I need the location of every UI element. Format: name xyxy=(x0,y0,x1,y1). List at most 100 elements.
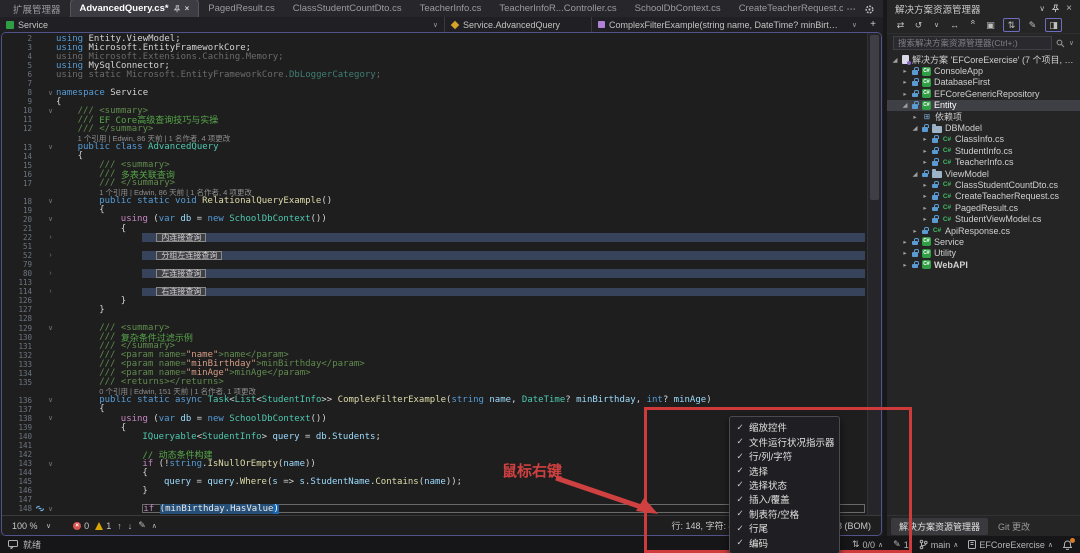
fold-marker-icon[interactable]: › xyxy=(45,270,56,277)
tree-item-item[interactable]: ▸ ⊞ 依赖项 xyxy=(887,111,1080,122)
collapsed-region-label-item[interactable]: 左连接查询 xyxy=(156,269,207,279)
expander-closed-icon[interactable]: ▸ xyxy=(901,261,909,269)
code-line-21[interactable]: 21 { xyxy=(2,224,867,234)
expander-closed-icon[interactable]: ▸ xyxy=(921,204,929,212)
document-tab-pagedresult-cs[interactable]: PagedResult.cs xyxy=(199,0,284,17)
code-line-127[interactable]: 127} xyxy=(2,305,867,315)
feedback-icon[interactable] xyxy=(8,540,18,549)
tree-item-dbmodel[interactable]: ◢ DBModel xyxy=(887,122,1080,133)
code-line-80[interactable]: 80 › 左连接查询 xyxy=(2,269,867,279)
tree-item-utility[interactable]: ▸ C# Utility xyxy=(887,248,1080,259)
warning-count[interactable]: 1 xyxy=(95,521,111,531)
document-tab-schooldbcontext-cs[interactable]: SchoolDbContext.cs xyxy=(626,0,730,17)
menu-item-item[interactable]: ✓ 文件运行状况指示器 xyxy=(730,435,839,449)
next-issue-icon[interactable]: ↓ xyxy=(128,521,133,531)
menu-item-item[interactable]: ✓ 行/列/字符 xyxy=(730,450,839,464)
search-icon[interactable] xyxy=(1056,39,1065,48)
fold-marker-icon[interactable]: › xyxy=(45,252,56,259)
collapse-all-icon[interactable]: « xyxy=(967,20,979,31)
collapsed-region[interactable]: 分组左连接查询 xyxy=(142,251,865,261)
expander-closed-icon[interactable]: ▸ xyxy=(901,249,909,257)
breadcrumb-method[interactable]: ComplexFilterExample(string name, DateTi… xyxy=(592,17,863,32)
collapsed-region[interactable]: 右连接查询 xyxy=(142,287,865,297)
code-line-22[interactable]: 22 › 内连接查询 xyxy=(2,233,867,243)
tree-item-classstudentcountdto-cs[interactable]: ▸ C# ClassStudentCountDto.cs xyxy=(887,179,1080,190)
fold-marker-icon[interactable]: ∨ xyxy=(45,143,56,151)
document-tab-createteacherrequest-cs[interactable]: CreateTeacherRequest.cs xyxy=(730,0,843,17)
collapsed-region[interactable]: 内连接查询 xyxy=(142,233,865,243)
close-icon[interactable]: × xyxy=(185,4,190,13)
code-cleanup-icon[interactable]: ✎ xyxy=(138,520,146,531)
breadcrumb-project[interactable]: Service ∨ xyxy=(0,17,445,32)
error-count[interactable]: × 0 xyxy=(73,521,89,531)
tab-git-changes[interactable]: Git 更改 xyxy=(990,518,1038,535)
expander-closed-icon[interactable]: ▸ xyxy=(921,135,929,143)
fold-marker-icon[interactable]: ∨ xyxy=(45,324,56,332)
tree-item-webapi[interactable]: ▸ C# WebAPI xyxy=(887,259,1080,270)
expander-closed-icon[interactable]: ▸ xyxy=(921,215,929,223)
show-all-files-icon[interactable]: ▣ xyxy=(985,19,996,31)
breadcrumb-class[interactable]: Service.AdvancedQuery xyxy=(445,17,592,32)
document-tab-classstudentcountdto-cs[interactable]: ClassStudentCountDto.cs xyxy=(284,0,411,17)
fold-marker-icon[interactable]: › xyxy=(45,234,56,241)
expander-closed-icon[interactable]: ▸ xyxy=(901,67,909,75)
menu-item-item[interactable]: ✓ 行尾 xyxy=(730,522,839,536)
expander-closed-icon[interactable]: ▸ xyxy=(921,158,929,166)
fold-marker-icon[interactable]: ∨ xyxy=(45,505,56,513)
tree-item-classinfo-cs[interactable]: ▸ C# ClassInfo.cs xyxy=(887,134,1080,145)
preview-selected-items-icon[interactable]: ◨ xyxy=(1045,18,1062,32)
collapsed-region-label-item[interactable]: 内连接查询 xyxy=(156,233,207,243)
menu-item-item[interactable]: ✓ 选择状态 xyxy=(730,478,839,492)
document-tab-teacherinfo-cs[interactable]: TeacherInfo.cs xyxy=(411,0,491,17)
tree-item-service[interactable]: ▸ C# Service xyxy=(887,236,1080,247)
settings-gear-icon[interactable] xyxy=(864,4,875,15)
chevron-down-icon[interactable]: ∨ xyxy=(931,19,942,31)
fold-marker-icon[interactable]: › xyxy=(45,288,56,295)
track-active-item-icon[interactable]: ⇅ xyxy=(1003,18,1020,32)
expander-closed-icon[interactable]: ▸ xyxy=(911,227,919,235)
menu-item-item[interactable]: ✓ 缩放控件 xyxy=(730,421,839,435)
repository-selector[interactable]: EFCoreExercise ∧ xyxy=(968,540,1053,550)
expander-open-icon[interactable]: ◢ xyxy=(911,124,919,132)
document-tab-advancedquery-cs[interactable]: AdvancedQuery.cs* × xyxy=(69,0,200,17)
close-icon[interactable]: × xyxy=(1066,3,1072,14)
expander-closed-icon[interactable]: ▸ xyxy=(921,181,929,189)
tree-item-efcoreexercise-7-7[interactable]: ◢ 解决方案 'EFCoreExercise' (7 个项目, 共 7 个) xyxy=(887,54,1080,65)
code-line-113[interactable]: 113 xyxy=(2,278,867,287)
search-input[interactable] xyxy=(893,36,1052,50)
code-line-79[interactable]: 79 xyxy=(2,260,867,269)
tree-item-createteacherrequest-cs[interactable]: ▸ C# CreateTeacherRequest.cs xyxy=(887,191,1080,202)
code-line-51[interactable]: 51 xyxy=(2,242,867,251)
expander-closed-icon[interactable]: ▸ xyxy=(901,238,909,246)
fold-marker-icon[interactable]: ∨ xyxy=(45,414,56,422)
tree-item-pagedresult-cs[interactable]: ▸ C# PagedResult.cs xyxy=(887,202,1080,213)
tree-item-apiresponse-cs[interactable]: ▸ C# ApiResponse.cs xyxy=(887,225,1080,236)
edit-item-icon[interactable]: ✎ xyxy=(1027,19,1038,31)
fold-marker-icon[interactable]: ∨ xyxy=(45,89,56,97)
fold-marker-icon[interactable]: ∨ xyxy=(45,396,56,404)
tree-item-consoleapp[interactable]: ▸ C# ConsoleApp xyxy=(887,65,1080,76)
tree-item-viewmodel[interactable]: ◢ ViewModel xyxy=(887,168,1080,179)
tree-item-entity[interactable]: ◢ C# Entity xyxy=(887,99,1080,111)
sync-with-active-document-icon[interactable]: ⇄ xyxy=(895,19,906,31)
chevron-down-icon[interactable]: ∨ xyxy=(427,21,438,29)
chevron-down-icon[interactable]: ∨ xyxy=(1069,39,1074,47)
sync-commits-status[interactable]: ⇅ 0/0 ∧ xyxy=(852,539,883,550)
expander-closed-icon[interactable]: ▸ xyxy=(921,192,929,200)
notifications-bell[interactable] xyxy=(1063,537,1075,550)
tree-item-studentinfo-cs[interactable]: ▸ C# StudentInfo.cs xyxy=(887,145,1080,156)
document-tab-item[interactable]: 扩展管理器 xyxy=(4,0,70,17)
pin-icon[interactable] xyxy=(173,4,181,13)
expander-closed-icon[interactable]: ▸ xyxy=(921,147,929,155)
tree-item-efcoregenericrepository[interactable]: ▸ C# EFCoreGenericRepository xyxy=(887,88,1080,99)
scrollbar-thumb[interactable] xyxy=(870,35,879,200)
fold-marker-icon[interactable]: ∨ xyxy=(45,107,56,115)
menu-item-item[interactable]: ✓ 编码 xyxy=(730,536,839,550)
tree-item-databasefirst[interactable]: ▸ C# DatabaseFirst xyxy=(887,77,1080,88)
chevron-up-icon[interactable]: ∧ xyxy=(152,522,157,530)
tree-item-teacherinfo-cs[interactable]: ▸ C# TeacherInfo.cs xyxy=(887,157,1080,168)
code-line-6[interactable]: 6 using static Microsoft.EntityFrameworkC… xyxy=(2,70,867,80)
fold-marker-icon[interactable]: ∨ xyxy=(45,215,56,223)
expander-closed-icon[interactable]: ▸ xyxy=(901,78,909,86)
pin-icon[interactable] xyxy=(1051,4,1060,13)
